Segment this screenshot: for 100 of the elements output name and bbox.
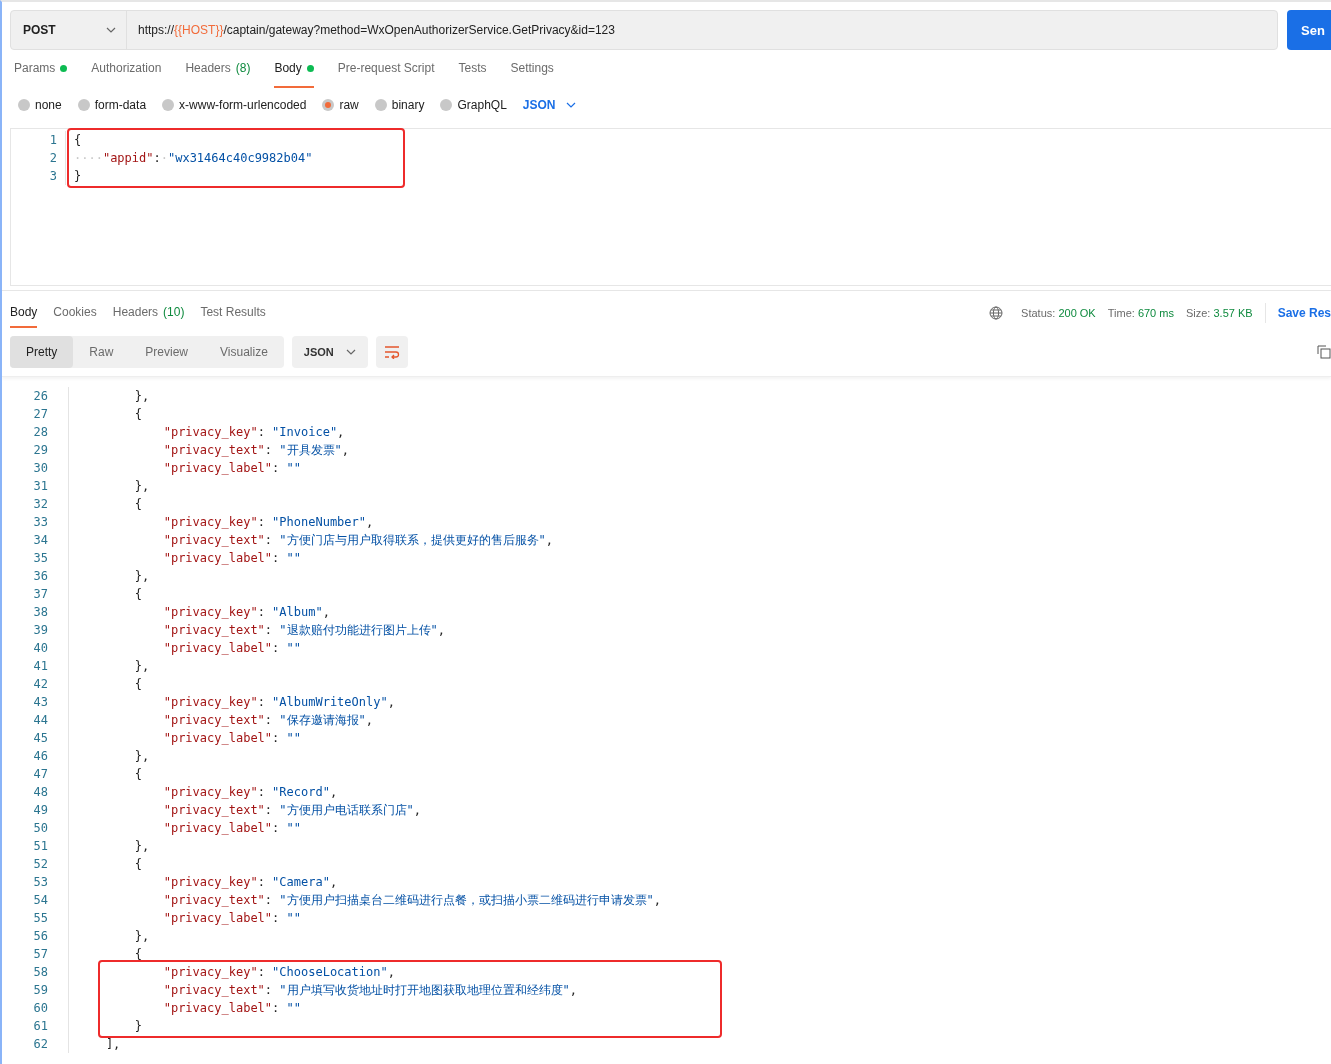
code-editor[interactable]: 1 { 2 ····"appid":·"wx31464c40c9982b04" 3 } xyxy=(10,128,1331,286)
code-line: "privacy_key": "Invoice", xyxy=(162,425,345,439)
line-number: 40 xyxy=(32,641,48,655)
code-line: { xyxy=(133,947,143,961)
save-response-button[interactable]: Save Res xyxy=(1264,303,1331,323)
line-number: 49 xyxy=(32,803,48,817)
line-number: 34 xyxy=(32,533,48,547)
method-select[interactable]: POST xyxy=(11,11,127,49)
code-line: "privacy_label": "" xyxy=(162,1001,301,1015)
line-number: 57 xyxy=(32,947,48,961)
line-number: 55 xyxy=(32,911,48,925)
code-line: } xyxy=(133,1019,143,1033)
line-number: 29 xyxy=(32,443,48,457)
response-tab[interactable]: Headers (10) xyxy=(112,298,185,328)
view-mode-tab[interactable]: Visualize xyxy=(204,336,284,368)
response-tab[interactable]: Cookies xyxy=(53,298,97,328)
request-tab[interactable]: Body xyxy=(274,50,314,88)
line-number: 46 xyxy=(32,749,48,763)
body-type-radio[interactable]: raw xyxy=(322,98,359,112)
line-number: 45 xyxy=(32,731,48,745)
format-select[interactable]: JSON xyxy=(522,98,576,112)
request-tab[interactable]: Authorization xyxy=(91,50,162,88)
code-line: "privacy_text": "开具发票", xyxy=(162,441,349,459)
code-line: }, xyxy=(133,389,150,403)
body-type-radio[interactable]: GraphQL xyxy=(440,98,507,112)
code-line: "privacy_text": "方便用户电话联系门店", xyxy=(162,801,421,819)
body-type-radio[interactable]: form-data xyxy=(77,98,147,112)
line-number: 41 xyxy=(32,659,48,673)
code-line: "privacy_key": "PhoneNumber", xyxy=(162,515,374,529)
response-stat: Time: 670 ms xyxy=(1107,307,1174,319)
globe-icon[interactable] xyxy=(989,306,1004,320)
line-number: 26 xyxy=(32,389,48,403)
wrap-lines-button[interactable] xyxy=(375,336,408,368)
line-number: 59 xyxy=(32,983,48,997)
code-line: { xyxy=(133,587,143,601)
response-tab[interactable]: Test Results xyxy=(200,298,266,328)
request-tab[interactable]: Settings xyxy=(510,50,554,88)
body-type-radio[interactable]: none xyxy=(18,98,62,112)
code-line: "privacy_label": "" xyxy=(162,461,301,475)
code-line: }, xyxy=(133,569,150,583)
response-stat: Status: 200 OK xyxy=(1021,307,1096,319)
code-line: "privacy_text": "方便门店与用户取得联系，提供更好的售后服务", xyxy=(162,531,553,549)
code-line: "privacy_label": "" xyxy=(162,551,301,565)
response-tab[interactable]: Body xyxy=(10,298,38,328)
line-number: 28 xyxy=(32,425,48,439)
code-line: "privacy_key": "ChooseLocation", xyxy=(162,965,395,979)
url-field[interactable]: https://{{HOST}}/captain/gateway?method=WxOpenAuthorizerService.GetPrivacy&id=123 xyxy=(127,11,1277,49)
body-type-radio[interactable]: binary xyxy=(374,98,425,112)
body-type-radio[interactable]: x-www-form-urlencoded xyxy=(162,98,307,112)
line-number: 36 xyxy=(32,569,48,583)
send-button[interactable]: Sen xyxy=(1287,10,1331,50)
line-number: 3 xyxy=(48,169,57,183)
format-select[interactable]: JSON xyxy=(291,336,368,368)
view-mode-tab[interactable]: Pretty xyxy=(10,336,74,368)
line-number: 48 xyxy=(32,785,48,799)
line-number: 1 xyxy=(48,133,57,147)
code-line: } xyxy=(73,169,82,183)
line-number: 39 xyxy=(32,623,48,637)
line-number: 61 xyxy=(32,1019,48,1033)
request-tab[interactable]: Pre-request Script xyxy=(337,50,435,88)
response-stat: Size: 3.57 KB xyxy=(1185,307,1253,319)
code-line: "privacy_label": "" xyxy=(162,821,301,835)
line-number: 30 xyxy=(32,461,48,475)
copy-icon xyxy=(1317,345,1331,359)
line-number: 50 xyxy=(32,821,48,835)
request-tab[interactable]: Tests xyxy=(458,50,487,88)
line-number: 53 xyxy=(32,875,48,889)
line-number: 32 xyxy=(32,497,48,511)
code-line: { xyxy=(133,407,143,421)
line-number: 44 xyxy=(32,713,48,727)
request-tab[interactable]: Headers (8) xyxy=(185,50,251,88)
copy-button[interactable] xyxy=(1317,345,1331,359)
chevron-down-icon xyxy=(106,27,116,33)
code-line: "privacy_label": "" xyxy=(162,731,301,745)
code-line: }, xyxy=(133,659,150,673)
view-mode-tab[interactable]: Raw xyxy=(73,336,130,368)
line-number: 60 xyxy=(32,1001,48,1015)
request-tab[interactable]: Params xyxy=(14,50,68,88)
code-line: ], xyxy=(104,1037,121,1051)
line-number: 42 xyxy=(32,677,48,691)
line-number: 2 xyxy=(48,151,57,165)
code-line: "privacy_label": "" xyxy=(162,641,301,655)
line-number: 33 xyxy=(32,515,48,529)
code-line: "privacy_text": "退款赔付功能进行图片上传", xyxy=(162,621,445,639)
code-line: }, xyxy=(133,479,150,493)
code-line: }, xyxy=(133,749,150,763)
view-mode-tab[interactable]: Preview xyxy=(129,336,205,368)
line-number: 62 xyxy=(32,1037,48,1051)
code-line: { xyxy=(133,857,143,871)
line-number: 47 xyxy=(32,767,48,781)
code-line: { xyxy=(73,133,82,147)
code-line: "privacy_key": "Camera", xyxy=(162,875,338,889)
code-line: }, xyxy=(133,839,150,853)
code-line: "privacy_text": "方便用户扫描桌台二维码进行点餐，或扫描小票二维码进行申请发票", xyxy=(162,891,661,909)
line-number: 58 xyxy=(32,965,48,979)
line-number: 51 xyxy=(32,839,48,853)
code-line: }, xyxy=(133,929,150,943)
code-line: "privacy_key": "Record", xyxy=(162,785,338,799)
code-line: { xyxy=(133,767,143,781)
line-number: 35 xyxy=(32,551,48,565)
